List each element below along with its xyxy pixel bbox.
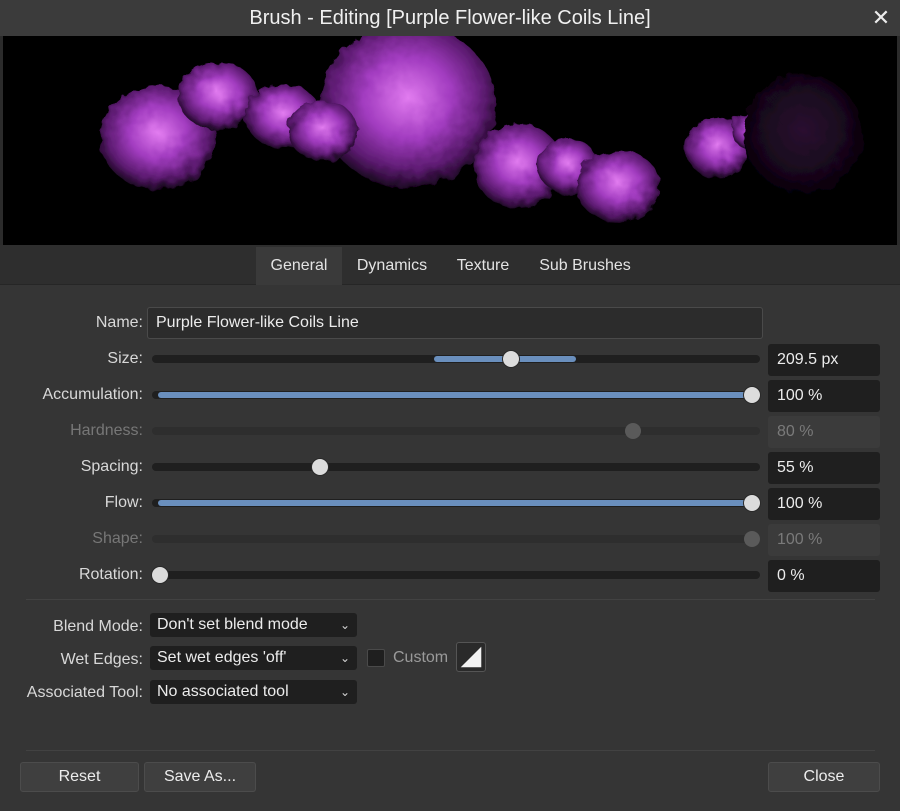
window-title: Brush - Editing [Purple Flower-like Coil… — [249, 6, 651, 29]
custom-checkbox[interactable] — [367, 649, 385, 667]
name-label: Name: — [95, 314, 143, 331]
wet-edges-label: Wet Edges: — [60, 651, 143, 668]
flow-slider[interactable] — [152, 495, 760, 511]
tab-sub-brushes[interactable]: Sub Brushes — [526, 247, 644, 285]
wet-edges-curve-icon[interactable] — [456, 642, 486, 672]
shape-slider — [152, 531, 760, 547]
rotation-value[interactable]: 0 % — [768, 560, 880, 592]
flow-label: Flow: — [104, 494, 143, 511]
wet-edges-value: Set wet edges 'off' — [157, 649, 287, 666]
associated-tool-value: No associated tool — [157, 683, 289, 700]
accumulation-slider[interactable] — [152, 387, 760, 403]
section-divider — [26, 599, 875, 600]
custom-label: Custom — [393, 649, 449, 666]
tab-general[interactable]: General — [256, 247, 342, 285]
flow-slider-thumb[interactable] — [744, 495, 760, 511]
flow-value[interactable]: 100 % — [768, 488, 880, 520]
size-label: Size: — [107, 350, 143, 367]
rotation-slider[interactable] — [152, 567, 760, 583]
blend-mode-label: Blend Mode: — [53, 618, 143, 635]
spacing-slider[interactable] — [152, 459, 760, 475]
hardness-slider — [152, 423, 760, 439]
chevron-down-icon: ⌄ — [339, 685, 350, 699]
tab-bar: General Dynamics Texture Sub Brushes — [0, 245, 900, 285]
accumulation-slider-fill — [158, 392, 752, 398]
shape-slider-thumb — [744, 531, 760, 547]
brush-stroke-preview — [100, 36, 863, 222]
close-icon[interactable]: ✕ — [870, 5, 892, 31]
spacing-value[interactable]: 55 % — [768, 452, 880, 484]
hardness-slider-thumb — [625, 423, 641, 439]
accumulation-slider-thumb[interactable] — [744, 387, 760, 403]
tab-dynamics[interactable]: Dynamics — [344, 247, 440, 285]
spacing-label: Spacing: — [80, 458, 143, 475]
title-bar: Brush - Editing [Purple Flower-like Coil… — [0, 0, 900, 36]
footer-divider — [26, 750, 875, 751]
blend-mode-value: Don't set blend mode — [157, 616, 308, 633]
rotation-label: Rotation: — [78, 566, 143, 583]
associated-tool-dropdown[interactable]: No associated tool ⌄ — [150, 680, 357, 704]
chevron-down-icon: ⌄ — [339, 651, 350, 665]
brush-name-field[interactable]: Purple Flower-like Coils Line — [147, 307, 763, 339]
wet-edges-dropdown[interactable]: Set wet edges 'off' ⌄ — [150, 646, 357, 670]
reset-button[interactable]: Reset — [20, 762, 139, 792]
hardness-label: Hardness: — [70, 422, 143, 439]
tab-texture[interactable]: Texture — [444, 247, 522, 285]
blend-mode-dropdown[interactable]: Don't set blend mode ⌄ — [150, 613, 357, 637]
brush-preview — [3, 36, 897, 245]
spacing-slider-thumb[interactable] — [312, 459, 328, 475]
hardness-value: 80 % — [768, 416, 880, 448]
size-slider[interactable] — [152, 351, 760, 367]
shape-label: Shape: — [92, 530, 143, 547]
accumulation-value[interactable]: 100 % — [768, 380, 880, 412]
shape-value: 100 % — [768, 524, 880, 556]
associated-tool-label: Associated Tool: — [26, 684, 143, 701]
close-button[interactable]: Close — [768, 762, 880, 792]
size-slider-thumb[interactable] — [503, 351, 519, 367]
size-value[interactable]: 209.5 px — [768, 344, 880, 376]
save-as-button[interactable]: Save As... — [144, 762, 256, 792]
rotation-slider-thumb[interactable] — [152, 567, 168, 583]
chevron-down-icon: ⌄ — [339, 618, 350, 632]
accumulation-label: Accumulation: — [42, 386, 144, 403]
flow-slider-fill — [158, 500, 752, 506]
